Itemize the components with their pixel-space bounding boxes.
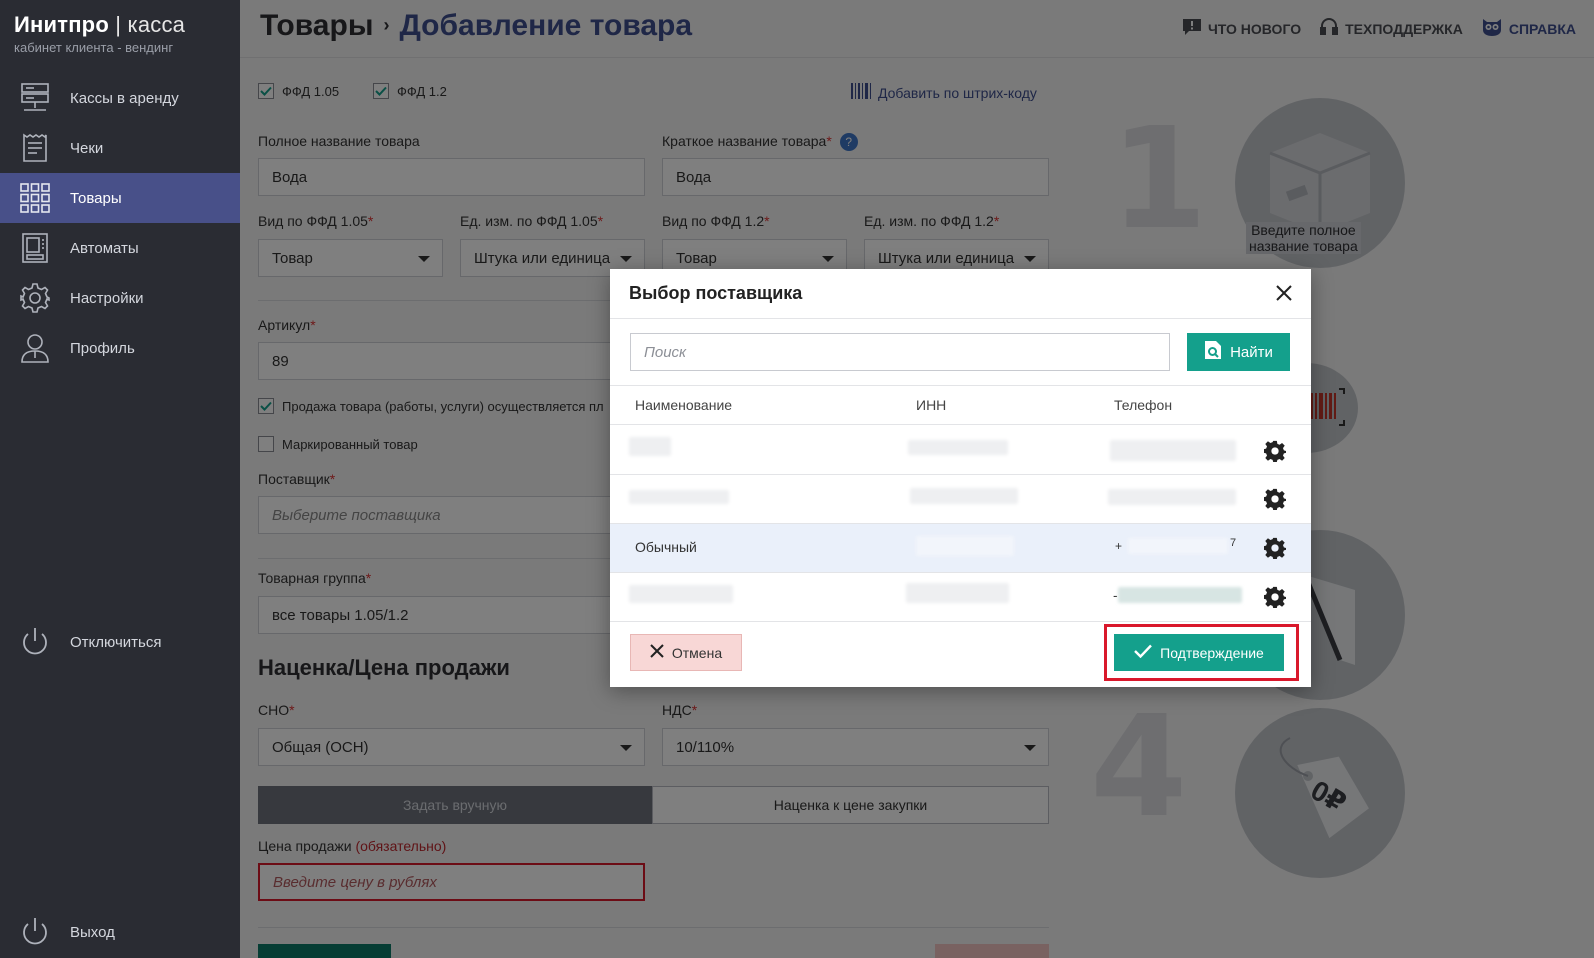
sidebar-item-logout[interactable]: Выход [0, 907, 240, 957]
redacted-inn [916, 536, 1014, 556]
redacted-phone [1110, 440, 1236, 461]
phone-suffix: 7 [1230, 537, 1237, 549]
sidebar-item-label: Товары [70, 189, 122, 207]
find-button[interactable]: Найти [1187, 333, 1290, 371]
sidebar-item-machines[interactable]: Автоматы [0, 223, 240, 273]
sidebar-item-profile[interactable]: Профиль [0, 323, 240, 373]
close-icon[interactable] [1272, 281, 1296, 305]
phone-prefix: - [1113, 587, 1118, 603]
supplier-search-input[interactable]: Поиск [630, 333, 1170, 371]
confirm-button[interactable]: Подтверждение [1114, 634, 1284, 671]
table-header: Наименование ИНН Телефон [610, 385, 1311, 425]
redacted-name [629, 437, 671, 456]
redacted-phone [1118, 587, 1242, 603]
sidebar-item-label: Автоматы [70, 239, 139, 257]
close-icon [650, 644, 664, 661]
redacted-inn [906, 583, 1009, 603]
redacted-inn [908, 440, 1008, 455]
gear-icon [17, 280, 53, 316]
column-header-phone: Телефон [1114, 397, 1173, 413]
app-logo[interactable]: Инитпро | касса кабинет клиента - вендин… [14, 12, 185, 55]
redacted-inn [910, 488, 1018, 504]
sidebar: Инитпро | касса кабинет клиента - вендин… [0, 0, 240, 958]
gear-icon[interactable] [1264, 586, 1286, 608]
sidebar-item-settings[interactable]: Настройки [0, 273, 240, 323]
redacted-phone [1108, 489, 1236, 505]
phone-prefix: + [1115, 539, 1123, 553]
server-icon [17, 80, 53, 116]
logo-title: Инитпро | касса [14, 12, 186, 37]
sidebar-item-label: Чеки [70, 139, 104, 157]
grid-icon [17, 180, 53, 216]
supplier-select-dialog: Выбор поставщика Поиск Найти Наименовани… [610, 269, 1311, 687]
sidebar-item-label: Профиль [70, 339, 135, 357]
dialog-footer: Отмена Подтверждение [610, 619, 1311, 687]
power-icon [17, 914, 53, 950]
column-header-inn: ИНН [916, 397, 947, 413]
check-icon [1134, 644, 1153, 661]
sidebar-item-label: Выход [70, 923, 115, 941]
receipt-icon [17, 130, 53, 166]
logo-subtitle: кабинет клиента - вендинг [14, 40, 174, 55]
table-row[interactable] [610, 426, 1311, 475]
sidebar-item-label: Настройки [70, 289, 144, 307]
redacted-name [629, 490, 729, 504]
redacted-phone [1128, 538, 1228, 554]
user-icon [17, 330, 53, 366]
supplier-name: Обычный [635, 539, 697, 555]
dialog-title: Выбор поставщика [629, 283, 803, 303]
power-icon [17, 624, 53, 660]
gear-icon[interactable] [1264, 440, 1286, 462]
table-row[interactable]: - [610, 573, 1311, 622]
sidebar-item-goods[interactable]: Товары [0, 173, 240, 223]
gear-icon[interactable] [1264, 537, 1286, 559]
redacted-name [629, 585, 733, 603]
sidebar-item-label: Кассы в аренду [70, 89, 179, 107]
vending-machine-icon [17, 230, 53, 266]
sidebar-item-label: Отключиться [70, 633, 162, 651]
cancel-button[interactable]: Отмена [630, 634, 742, 671]
sidebar-item-disconnect[interactable]: Отключиться [0, 617, 240, 667]
search-doc-icon [1204, 340, 1222, 364]
column-header-name: Наименование [635, 397, 733, 413]
table-row-selected[interactable]: Обычный + 7 [610, 524, 1311, 573]
sidebar-item-receipts[interactable]: Чеки [0, 123, 240, 173]
sidebar-item-rent-kkt[interactable]: Кассы в аренду [0, 73, 240, 123]
gear-icon[interactable] [1264, 488, 1286, 510]
dialog-header: Выбор поставщика [610, 269, 1311, 319]
table-row[interactable] [610, 475, 1311, 524]
